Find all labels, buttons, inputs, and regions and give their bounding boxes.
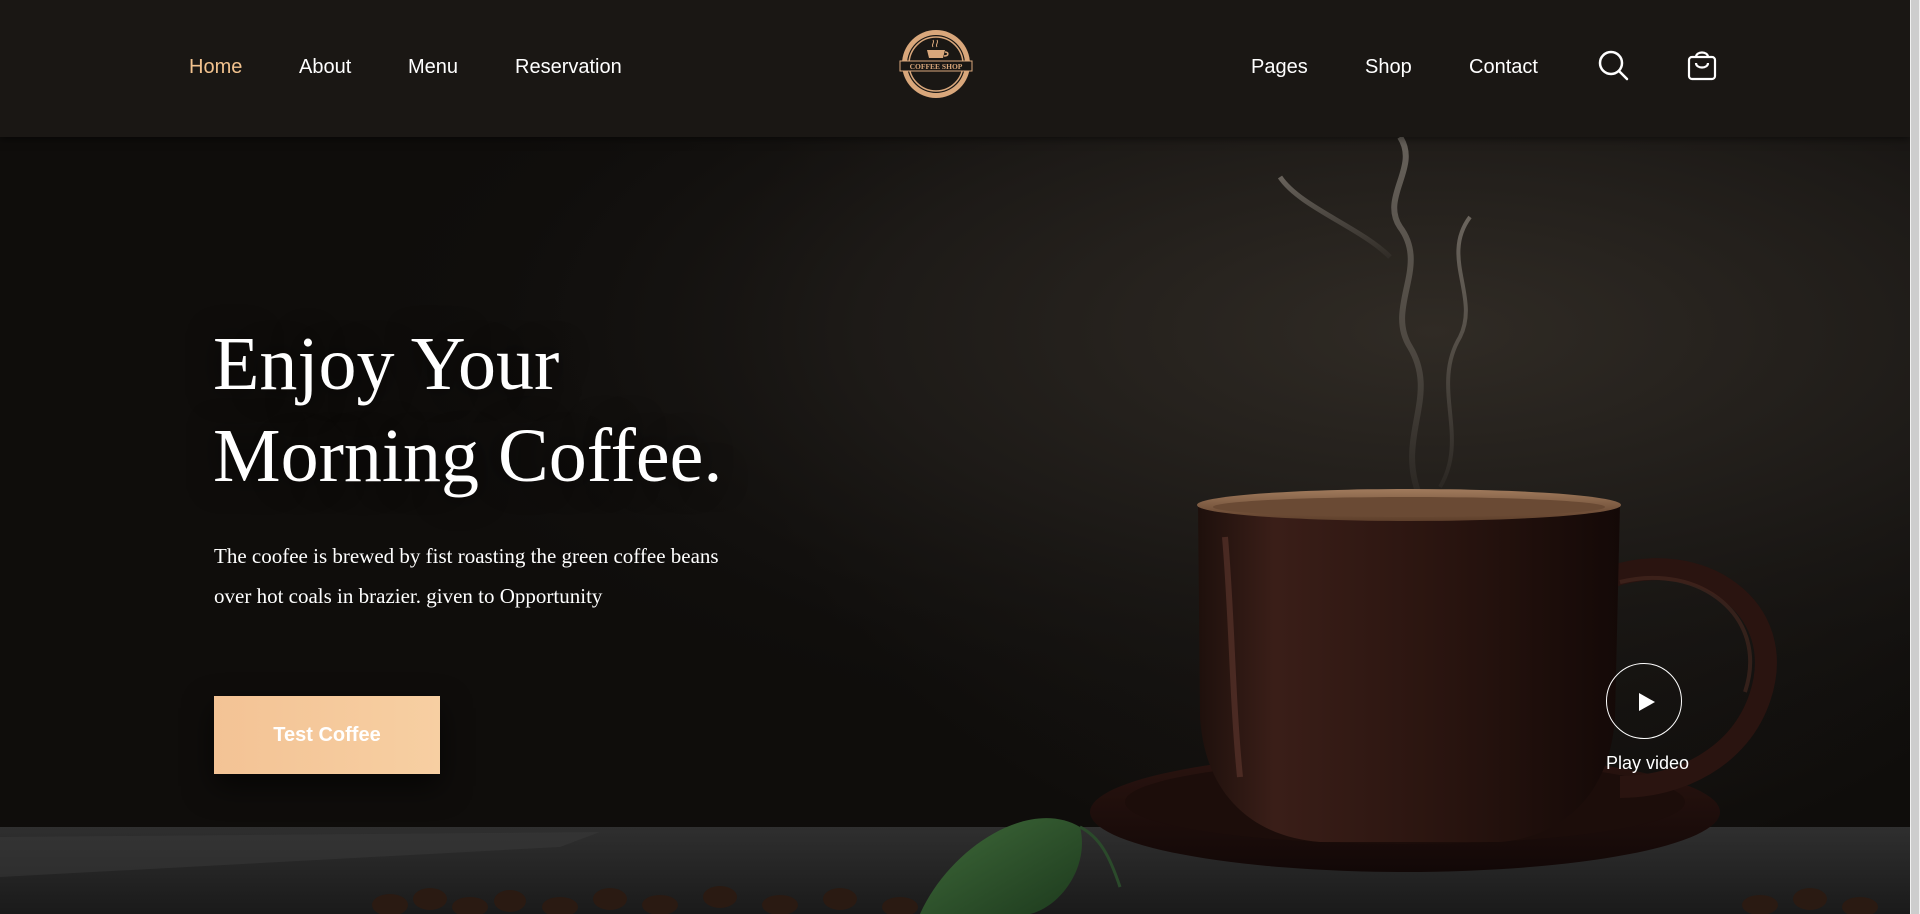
play-icon: [1639, 693, 1655, 711]
nav-link-pages[interactable]: Pages: [1251, 56, 1308, 79]
nav-link-reservation[interactable]: Reservation: [515, 56, 622, 79]
scrollbar-thumb[interactable]: [1911, 0, 1919, 914]
top-navbar: Home About Menu Reservation COFFEE SHOP …: [0, 0, 1910, 137]
hero-title: Enjoy Your Morning Coffee.: [213, 318, 722, 502]
nav-link-about[interactable]: About: [299, 56, 351, 79]
cart-icon[interactable]: [1685, 48, 1719, 82]
hero-description-line-1: The coofee is brewed by fist roasting th…: [214, 544, 719, 568]
svg-text:COFFEE SHOP: COFFEE SHOP: [910, 62, 963, 71]
hero-description-line-2: over hot coals in brazier. given to Oppo…: [214, 584, 603, 608]
hero-coffee-cup-image: [0, 137, 1910, 914]
test-coffee-button[interactable]: Test Coffee: [214, 696, 440, 774]
nav-link-home[interactable]: Home: [189, 56, 242, 79]
nav-link-contact[interactable]: Contact: [1469, 56, 1538, 79]
nav-link-menu[interactable]: Menu: [408, 56, 458, 79]
page-scrollbar[interactable]: [1910, 0, 1920, 914]
search-icon[interactable]: [1596, 48, 1630, 82]
page: Home About Menu Reservation COFFEE SHOP …: [0, 0, 1920, 914]
play-video-label[interactable]: Play video: [1606, 753, 1689, 774]
play-video-button[interactable]: [1606, 663, 1682, 739]
hero-title-line-2: Morning Coffee.: [213, 414, 723, 498]
hero-title-line-1: Enjoy Your: [213, 322, 560, 406]
nav-link-shop[interactable]: Shop: [1365, 56, 1412, 79]
coffee-shop-logo[interactable]: COFFEE SHOP: [893, 28, 979, 100]
hero-description: The coofee is brewed by fist roasting th…: [214, 536, 794, 616]
